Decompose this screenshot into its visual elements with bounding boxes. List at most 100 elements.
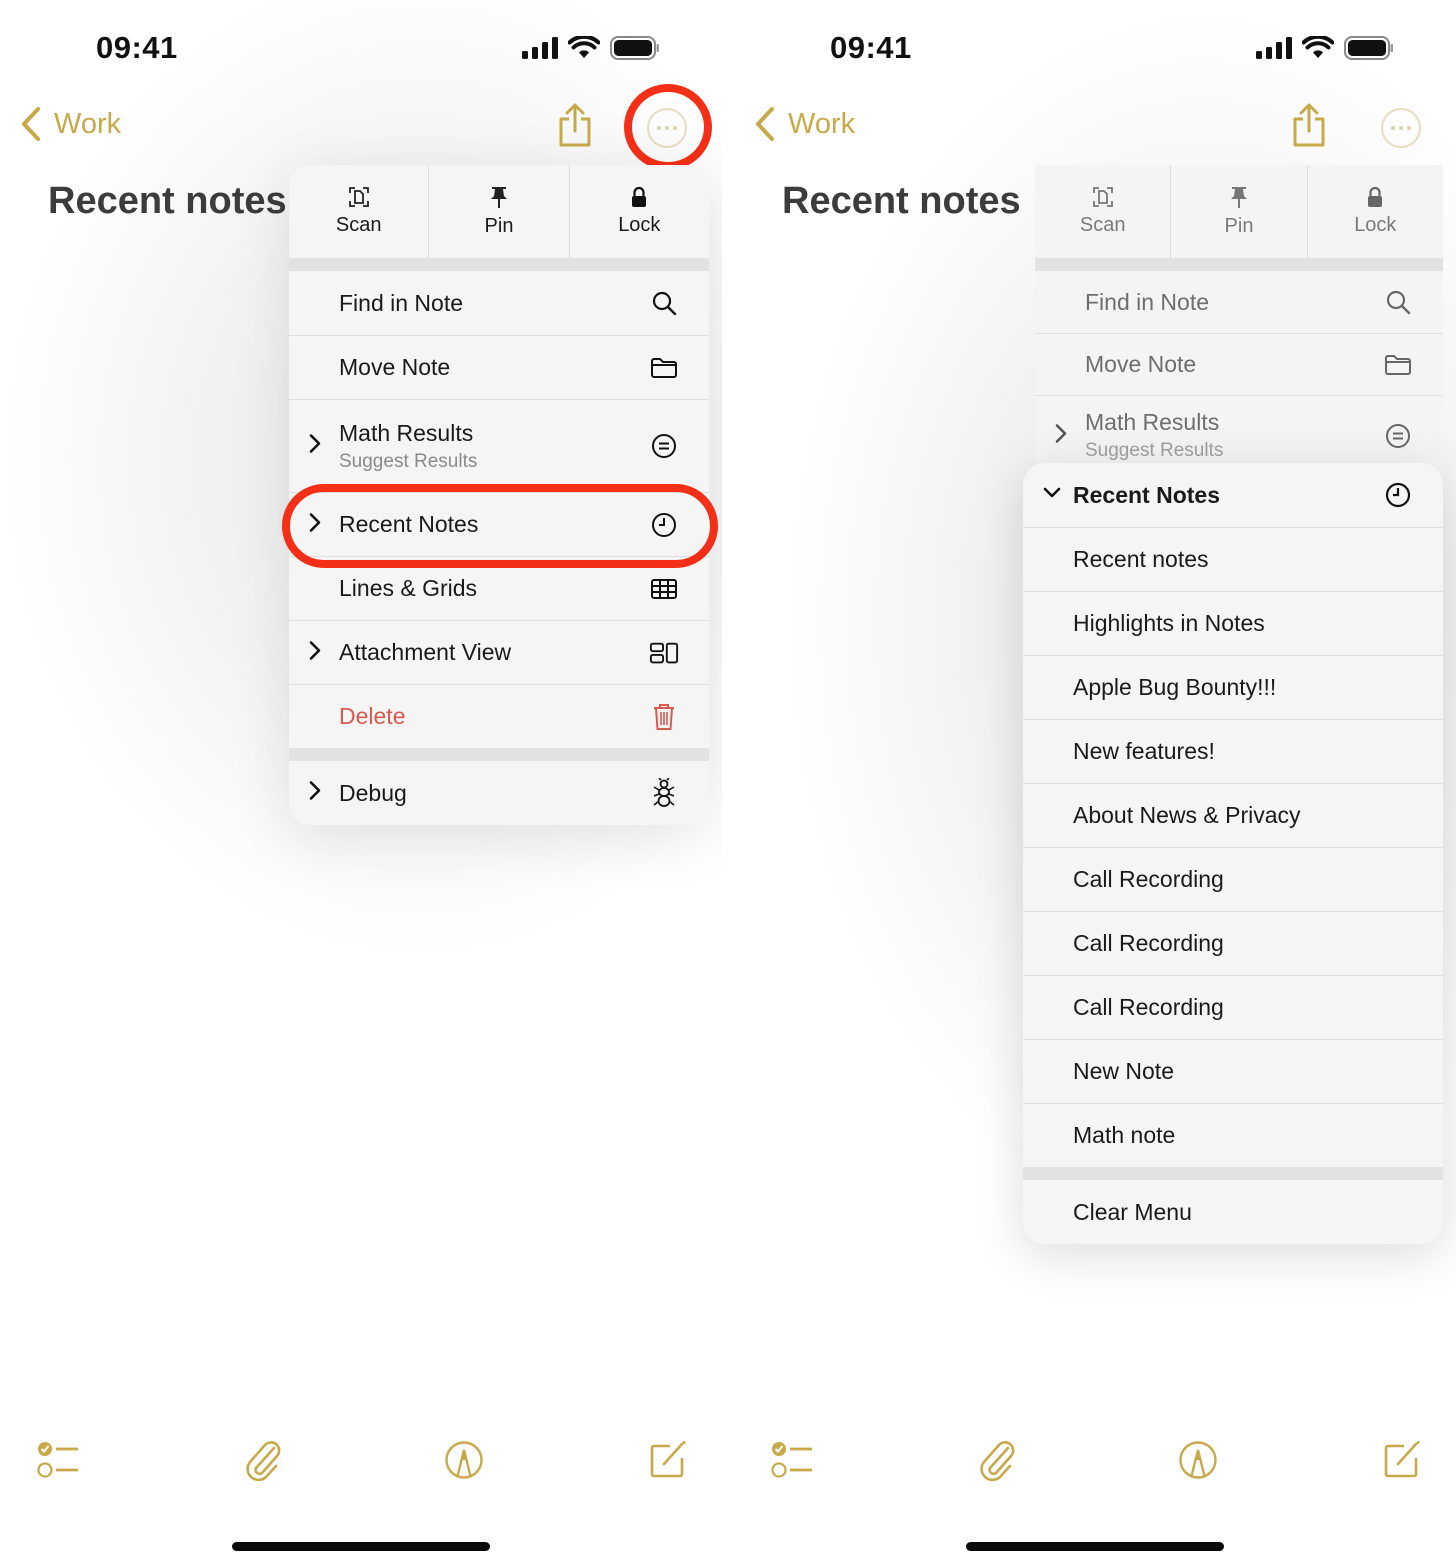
- menu-item-label: Recent Notes: [339, 511, 479, 537]
- share-button[interactable]: [1289, 103, 1329, 154]
- ellipsis-circle-icon: [657, 126, 661, 130]
- attach-button[interactable]: [244, 1440, 282, 1487]
- grid-icon: [649, 574, 679, 604]
- menu-item-delete[interactable]: Delete: [289, 684, 709, 748]
- note-title: Recent notes: [1073, 546, 1209, 572]
- back-label: Work: [54, 107, 122, 140]
- compose-button[interactable]: [648, 1440, 688, 1485]
- note-title: Call Recording: [1073, 930, 1224, 956]
- recent-note-item[interactable]: Call Recording: [1023, 975, 1443, 1039]
- magnifying-glass-icon: [1383, 287, 1413, 317]
- checklist-icon: [771, 1442, 812, 1478]
- bottom-toolbar: [0, 1440, 722, 1504]
- scan-button[interactable]: Scan: [1035, 165, 1170, 258]
- battery-icon: [1344, 36, 1393, 60]
- chevron-right-icon: [309, 512, 321, 537]
- menu-item-label: Math Results: [339, 419, 474, 446]
- pin-label: Pin: [484, 215, 514, 237]
- recent-note-item[interactable]: New Note: [1023, 1039, 1443, 1103]
- note-title: New Note: [1073, 1058, 1174, 1084]
- menu-separator: [1023, 1167, 1443, 1180]
- scan-button[interactable]: Scan: [289, 165, 428, 258]
- status-icons: [1256, 36, 1394, 60]
- note-title: Call Recording: [1073, 866, 1224, 892]
- quick-actions: Scan Pin Lock: [1035, 165, 1443, 258]
- paperclip-icon: [980, 1441, 1015, 1482]
- more-menu-dimmed: Scan Pin Lock Find in Note Move Note Mat…: [1035, 165, 1443, 475]
- clear-menu-button[interactable]: Clear Menu: [1023, 1180, 1443, 1244]
- menu-item-find-in-note[interactable]: Find in Note: [289, 271, 709, 335]
- submenu-header-recent-notes[interactable]: Recent Notes: [1023, 463, 1443, 527]
- more-button[interactable]: [647, 108, 687, 148]
- menu-item-math-results[interactable]: Math Results Suggest Results: [289, 399, 709, 492]
- compose-button[interactable]: [1382, 1440, 1422, 1485]
- recent-note-item[interactable]: Math note: [1023, 1103, 1443, 1167]
- page-title: Recent notes: [782, 180, 1021, 222]
- menu-item-label: Find in Note: [1085, 288, 1210, 315]
- chevron-right-icon: [309, 640, 321, 665]
- recent-note-item[interactable]: New features!: [1023, 719, 1443, 783]
- checklist-icon: [37, 1442, 78, 1478]
- pin-icon: [1230, 187, 1247, 208]
- scan-label: Scan: [335, 214, 382, 236]
- lock-label: Lock: [1354, 214, 1397, 236]
- menu-item-attachment-view[interactable]: Attachment View: [289, 620, 709, 684]
- compose-icon: [1384, 1441, 1420, 1478]
- recent-note-item[interactable]: Highlights in Notes: [1023, 591, 1443, 655]
- recent-note-item[interactable]: Call Recording: [1023, 911, 1443, 975]
- chevron-left-icon: [756, 107, 774, 141]
- pin-button[interactable]: Pin: [1170, 165, 1306, 258]
- phone-screen-left: 09:41 Work Recent notes Scan Pin Lock Fi…: [0, 0, 722, 1565]
- menu-item-move-note[interactable]: Move Note: [1035, 333, 1443, 395]
- menu-separator: [289, 258, 709, 271]
- recent-note-item[interactable]: About News & Privacy: [1023, 783, 1443, 847]
- menu-item-move-note[interactable]: Move Note: [289, 335, 709, 399]
- menu-item-find-in-note[interactable]: Find in Note: [1035, 271, 1443, 333]
- share-button[interactable]: [555, 103, 595, 154]
- recent-notes-submenu: Recent Notes Recent notes Highlights in …: [1023, 463, 1443, 1244]
- menu-item-label: Math Results: [1085, 409, 1220, 435]
- bottom-toolbar: [734, 1440, 1456, 1504]
- chevron-right-icon: [309, 434, 321, 459]
- recent-note-item[interactable]: Recent notes: [1023, 527, 1443, 591]
- checklist-button[interactable]: [770, 1440, 816, 1485]
- status-icons: [522, 36, 660, 60]
- menu-item-label: Move Note: [1085, 351, 1197, 377]
- menu-item-recent-notes[interactable]: Recent Notes: [289, 492, 709, 556]
- lock-button[interactable]: Lock: [568, 165, 709, 258]
- more-button[interactable]: [1381, 108, 1421, 148]
- clear-menu-label: Clear Menu: [1073, 1198, 1192, 1225]
- scan-document-icon: [348, 187, 369, 207]
- menu-item-debug[interactable]: Debug: [289, 761, 709, 825]
- menu-item-label: Debug: [339, 779, 407, 806]
- status-time: 09:41: [96, 30, 178, 65]
- chevron-left-icon: [22, 107, 40, 141]
- pin-label: Pin: [1224, 215, 1254, 237]
- recent-note-item[interactable]: Apple Bug Bounty!!!: [1023, 655, 1443, 719]
- note-title: Apple Bug Bounty!!!: [1073, 674, 1277, 700]
- menu-item-label: Find in Note: [339, 289, 464, 316]
- checklist-button[interactable]: [36, 1440, 82, 1485]
- equal-circle-icon: [1383, 421, 1413, 451]
- markup-button[interactable]: [1178, 1440, 1218, 1485]
- recent-note-item[interactable]: Call Recording: [1023, 847, 1443, 911]
- attach-button[interactable]: [978, 1440, 1016, 1487]
- back-button[interactable]: Work: [754, 106, 855, 142]
- lock-button[interactable]: Lock: [1306, 165, 1443, 258]
- cellular-signal-icon: [522, 37, 558, 59]
- menu-item-lines-grids[interactable]: Lines & Grids: [289, 556, 709, 620]
- markup-pen-icon: [445, 1441, 483, 1479]
- scan-label: Scan: [1079, 214, 1126, 236]
- pin-button[interactable]: Pin: [428, 165, 568, 258]
- share-icon: [1293, 103, 1325, 147]
- pin-icon: [490, 187, 507, 208]
- markup-button[interactable]: [444, 1440, 484, 1485]
- menu-item-label: Attachment View: [339, 639, 512, 665]
- lock-icon: [632, 186, 647, 207]
- menu-item-sublabel: Suggest Results: [1085, 440, 1224, 461]
- note-title: Highlights in Notes: [1073, 610, 1265, 636]
- back-button[interactable]: Work: [20, 106, 121, 142]
- page-title: Recent notes: [48, 180, 287, 222]
- note-title: Math note: [1073, 1122, 1176, 1148]
- chevron-right-icon: [309, 781, 321, 806]
